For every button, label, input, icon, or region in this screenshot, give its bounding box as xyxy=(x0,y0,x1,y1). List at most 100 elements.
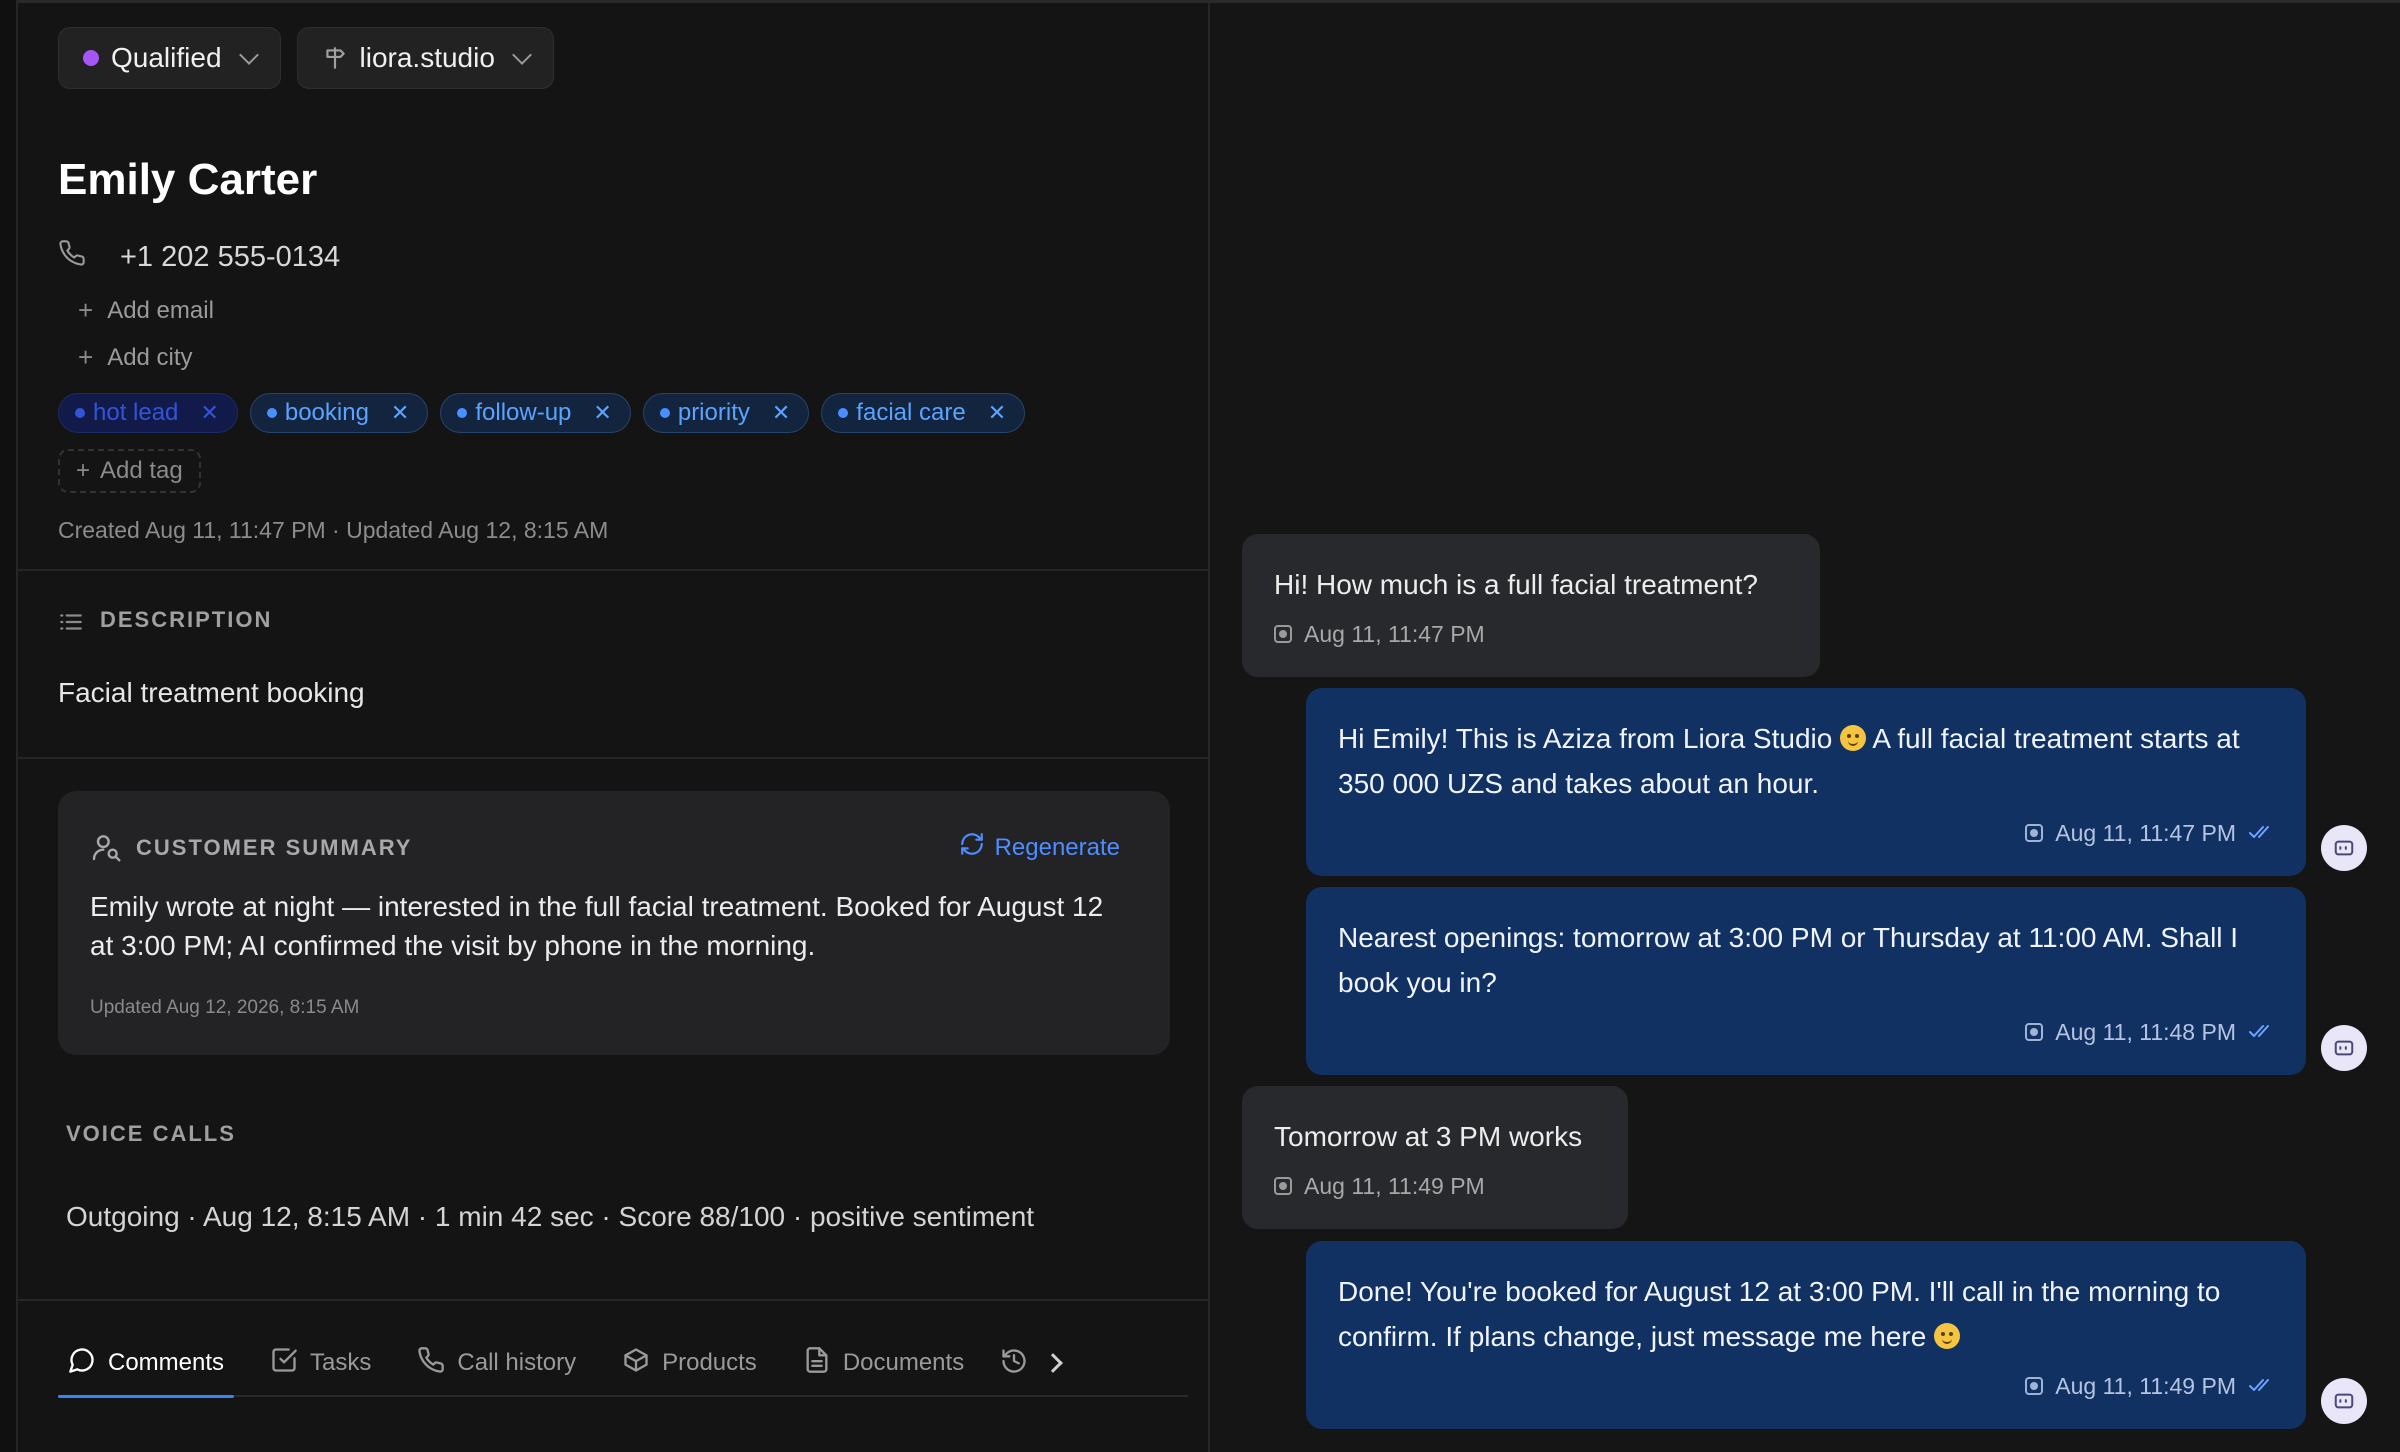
message-time: Aug 11, 11:48 PM xyxy=(2055,1019,2236,1045)
tag-label: follow-up xyxy=(475,399,572,426)
list-icon xyxy=(58,609,84,640)
message-outgoing[interactable]: Hi Emily! This is Aziza from Liora Studi… xyxy=(1306,688,2306,876)
voice-calls-heading: VOICE CALLS xyxy=(66,1121,236,1146)
box-icon xyxy=(622,1346,650,1381)
add-city-label: Add city xyxy=(107,343,193,371)
regenerate-button[interactable]: Regenerate xyxy=(959,831,1120,864)
remove-tag-icon[interactable]: ✕ xyxy=(772,400,790,426)
created-updated-meta: Created Aug 11, 11:47 PM · Updated Aug 1… xyxy=(58,517,609,543)
remove-tag-icon[interactable]: ✕ xyxy=(200,400,218,426)
tag-follow-up[interactable]: follow-up ✕ xyxy=(440,393,631,433)
remove-tag-icon[interactable]: ✕ xyxy=(988,400,1006,426)
add-tag-button[interactable]: + Add tag xyxy=(58,449,201,493)
phone-row[interactable]: +1 202 555-0134 xyxy=(58,239,340,275)
message-incoming[interactable]: Tomorrow at 3 PM works Aug 11, 11:49 PM xyxy=(1242,1086,1628,1229)
tab-call-history[interactable]: Call history xyxy=(407,1330,586,1396)
tag-facial-care[interactable]: facial care ✕ xyxy=(821,393,1026,433)
checkbox-icon xyxy=(270,1346,298,1381)
divider xyxy=(18,757,1210,759)
instagram-icon xyxy=(1274,1177,1292,1195)
message-meta: Aug 11, 11:47 PM xyxy=(1274,619,1788,649)
message-text: Hi Emily! This is Aziza from Liora Studi… xyxy=(1338,716,2274,806)
ai-bot-avatar xyxy=(2321,1378,2367,1424)
instagram-icon xyxy=(1274,625,1292,643)
regenerate-label: Regenerate xyxy=(994,833,1120,861)
message-text: Done! You're booked for August 12 at 3:0… xyxy=(1338,1269,2274,1359)
tag-label: facial care xyxy=(856,399,966,426)
double-check-icon xyxy=(2248,818,2274,848)
plus-icon: + xyxy=(76,457,91,484)
bot-icon xyxy=(2334,1393,2354,1409)
chevron-right-icon[interactable] xyxy=(1043,1353,1064,1373)
voice-call-entry[interactable]: Outgoing · Aug 12, 8:15 AM · 1 min 42 se… xyxy=(66,1201,1034,1233)
message-meta: Aug 11, 11:47 PM xyxy=(1338,818,2274,848)
instagram-icon xyxy=(2025,824,2044,842)
tab-label: Documents xyxy=(842,1349,965,1376)
message-text: Tomorrow at 3 PM works xyxy=(1274,1121,1583,1152)
status-dropdown[interactable]: Qualified xyxy=(58,27,281,89)
tab-documents[interactable]: Documents xyxy=(793,1330,974,1396)
add-email-button[interactable]: + Add email xyxy=(78,295,214,326)
tag-priority[interactable]: priority ✕ xyxy=(642,393,810,433)
phone-icon xyxy=(58,239,86,275)
chat-bubble-icon xyxy=(68,1346,96,1381)
description-heading: DESCRIPTION xyxy=(100,607,273,632)
tag-hot-lead[interactable]: hot lead ✕ xyxy=(58,393,238,433)
bot-icon xyxy=(2334,840,2354,856)
more-tabs[interactable] xyxy=(1000,1330,1064,1396)
status-dot-icon xyxy=(83,50,99,66)
remove-tag-icon[interactable]: ✕ xyxy=(391,400,409,426)
tag-booking[interactable]: booking ✕ xyxy=(249,393,429,433)
double-check-icon xyxy=(2248,1017,2274,1047)
tag-list: hot lead ✕ booking ✕ follow-up ✕ priorit… xyxy=(58,393,1026,433)
tag-dot-icon xyxy=(457,408,468,418)
customer-summary-card: CUSTOMER SUMMARY Regenerate Emily wrote … xyxy=(58,791,1170,1055)
workspace-dropdown[interactable]: liora.studio xyxy=(296,27,554,89)
message-text: Nearest openings: tomorrow at 3:00 PM or… xyxy=(1338,922,2239,998)
description-text[interactable]: Facial treatment booking xyxy=(58,677,365,709)
tab-products[interactable]: Products xyxy=(612,1330,767,1396)
tag-dot-icon xyxy=(838,408,849,418)
tag-label: booking xyxy=(284,399,369,426)
chevron-down-icon xyxy=(512,45,532,65)
tab-label: Products xyxy=(662,1349,757,1376)
tag-dot-icon xyxy=(266,408,277,418)
divider xyxy=(18,569,1210,571)
add-email-label: Add email xyxy=(107,296,214,324)
header-pills: Qualified liora.studio xyxy=(58,27,554,89)
document-icon xyxy=(803,1346,831,1381)
message-time: Aug 11, 11:47 PM xyxy=(1304,621,1485,647)
instagram-icon xyxy=(2025,1023,2044,1041)
smile-emoji-icon xyxy=(1840,725,1867,751)
contact-name: Emily Carter xyxy=(58,155,318,204)
history-icon[interactable] xyxy=(1000,1347,1028,1380)
message-outgoing[interactable]: Nearest openings: tomorrow at 3:00 PM or… xyxy=(1306,887,2306,1075)
plus-icon: + xyxy=(78,342,94,372)
workspace-label: liora.studio xyxy=(359,42,495,73)
phone-number: +1 202 555-0134 xyxy=(120,240,341,273)
message-meta: Aug 11, 11:48 PM xyxy=(1338,1017,2274,1047)
tag-label: hot lead xyxy=(93,399,179,426)
conversation-panel: Hi! How much is a full facial treatment?… xyxy=(1212,3,2400,1452)
tag-dot-icon xyxy=(75,408,85,418)
smile-emoji-icon xyxy=(1934,1323,1961,1349)
message-text: Hi! How much is a full facial treatment? xyxy=(1274,569,1758,600)
message-meta: Aug 11, 11:49 PM xyxy=(1338,1371,2274,1401)
tab-tasks[interactable]: Tasks xyxy=(260,1330,381,1396)
tab-label: Comments xyxy=(108,1349,225,1376)
tab-label: Call history xyxy=(457,1349,577,1376)
tab-comments[interactable]: Comments xyxy=(58,1330,235,1398)
remove-tag-icon[interactable]: ✕ xyxy=(593,400,611,426)
tag-label: priority xyxy=(677,399,750,426)
activity-tabs: Comments Tasks Call history Products Doc… xyxy=(58,1330,1188,1398)
message-outgoing[interactable]: Done! You're booked for August 12 at 3:0… xyxy=(1306,1241,2306,1429)
summary-updated-time: Updated Aug 12, 2026, 8:15 AM xyxy=(90,997,360,1018)
message-incoming[interactable]: Hi! How much is a full facial treatment?… xyxy=(1242,534,1820,677)
plus-icon: + xyxy=(78,295,94,325)
add-city-button[interactable]: + Add city xyxy=(78,342,193,373)
tag-dot-icon xyxy=(659,408,670,418)
bot-icon xyxy=(2334,1040,2354,1056)
message-time: Aug 11, 11:49 PM xyxy=(2055,1373,2236,1399)
message-time: Aug 11, 11:47 PM xyxy=(2055,820,2236,846)
phone-icon xyxy=(417,1346,445,1381)
